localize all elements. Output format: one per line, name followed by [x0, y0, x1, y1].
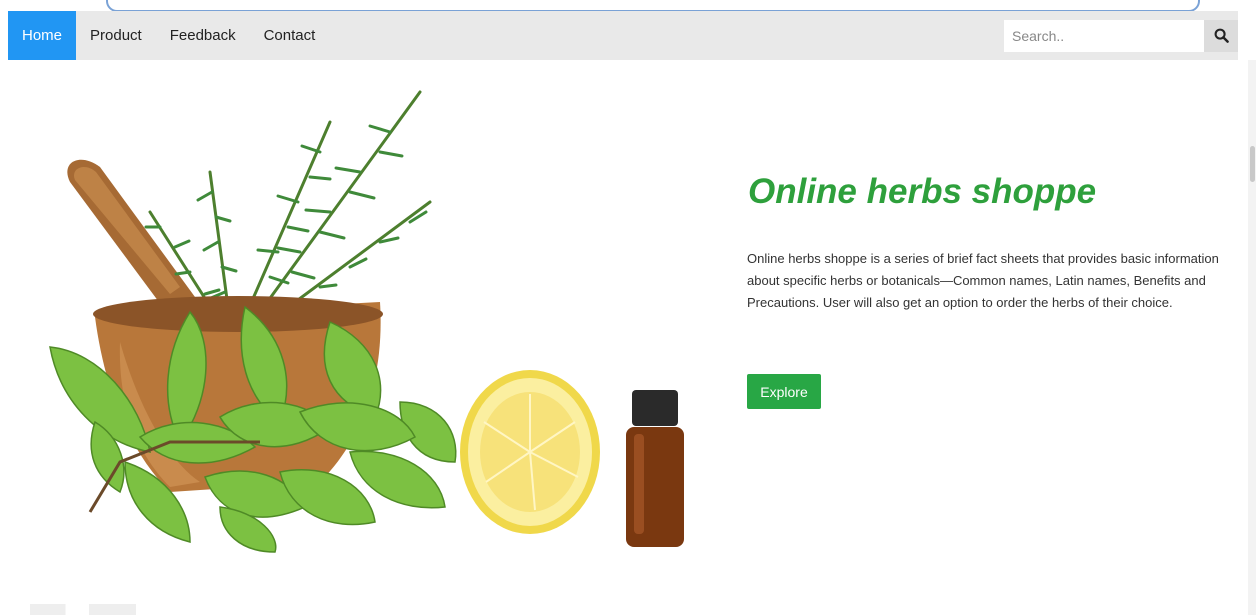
pestle-illustration [67, 159, 195, 317]
next-section-peek [30, 604, 1210, 615]
nav-item-feedback[interactable]: Feedback [156, 11, 250, 60]
nav-item-product[interactable]: Product [76, 11, 156, 60]
hero-herbs-image [49, 90, 684, 553]
search-form [1004, 11, 1238, 60]
rosemary-illustration [144, 90, 432, 324]
nav-item-home[interactable]: Home [8, 11, 77, 60]
browser-top-strip [0, 0, 1256, 12]
hero-description: Online herbs shoppe is a series of brief… [747, 251, 1219, 310]
page-title: Online herbs shoppe [748, 172, 1097, 211]
scrollbar-thumb[interactable] [1250, 146, 1255, 182]
search-button[interactable] [1204, 19, 1238, 52]
nav-item-contact[interactable]: Contact [250, 11, 330, 60]
lemon-illustration [460, 370, 600, 534]
essential-oil-bottle-illustration [626, 390, 684, 547]
page-scrollbar[interactable] [1248, 60, 1256, 615]
search-input[interactable] [1004, 19, 1204, 52]
top-navbar: Home Product Feedback Contact [8, 11, 1238, 60]
explore-button[interactable]: Explore [747, 374, 821, 409]
search-icon [1214, 28, 1229, 43]
